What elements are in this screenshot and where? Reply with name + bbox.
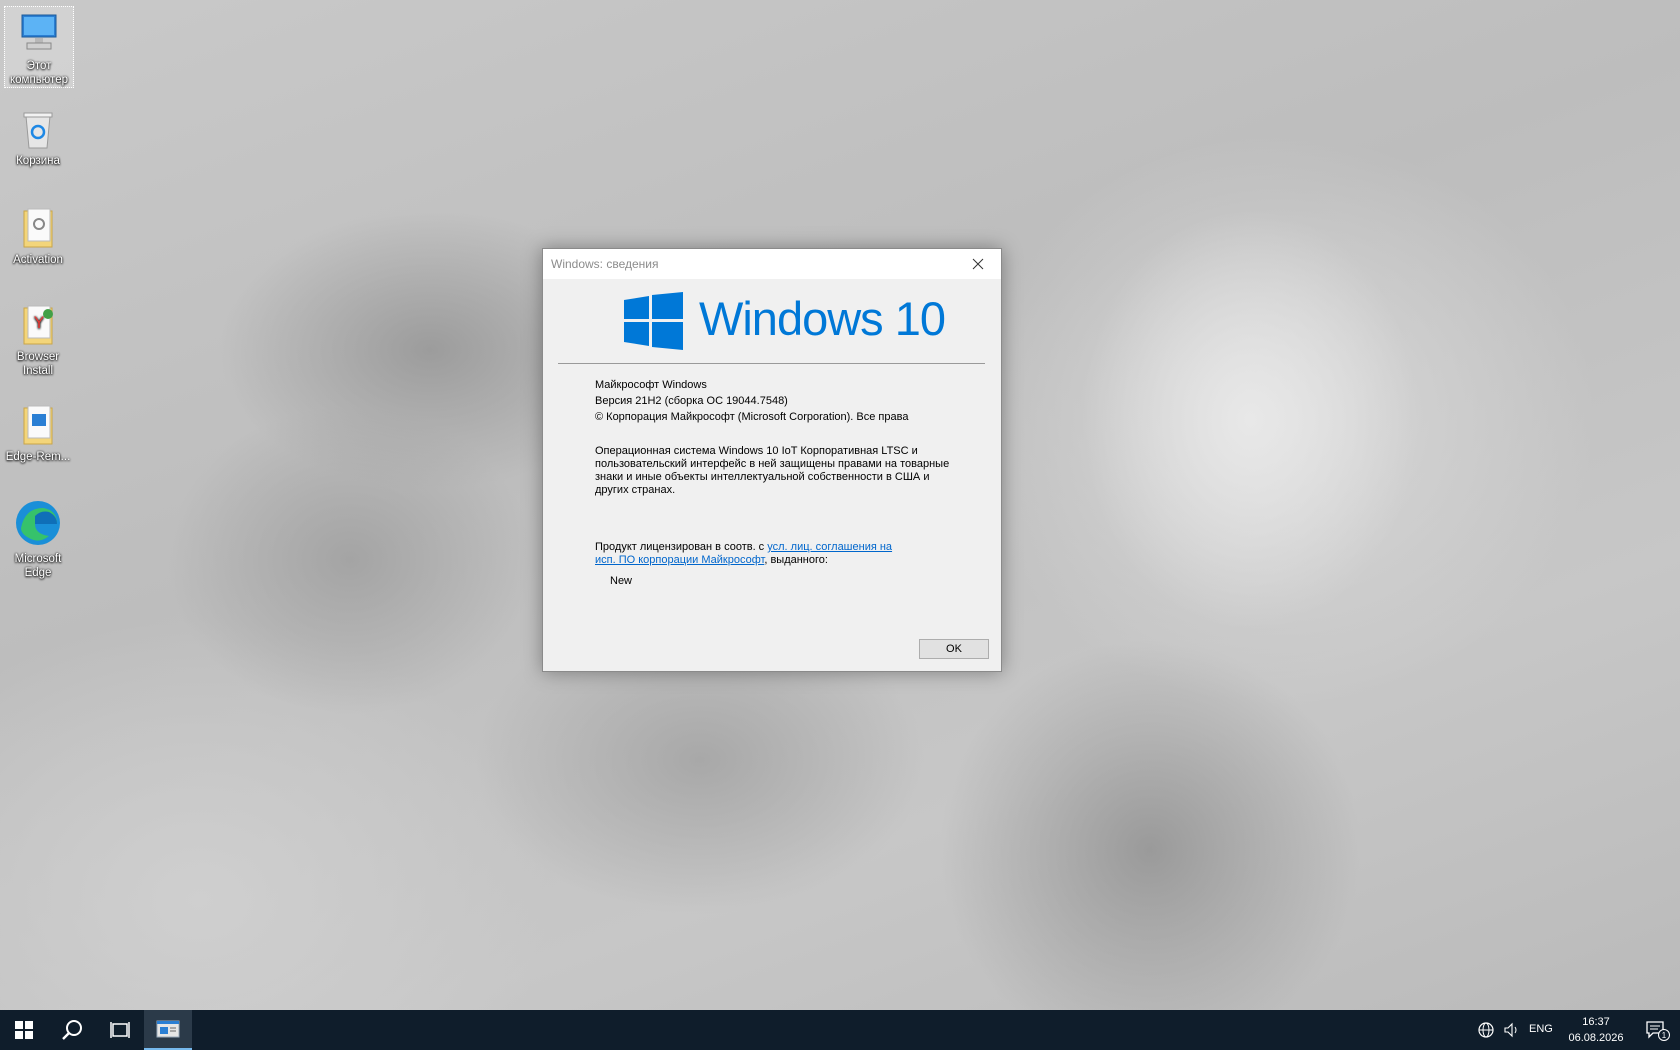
volume-button[interactable] [1500,1010,1524,1050]
network-globe-icon [1478,1022,1494,1038]
desktop-icon-edge-remover[interactable]: Edge-Rem... [4,400,72,464]
desktop-icon-label: Корзина [16,155,60,167]
input-language[interactable]: ENG [1529,1023,1553,1035]
licensee-name: New [610,575,633,587]
license-text: Продукт лицензирован в соотв. с усл. лиц… [595,541,905,567]
windows-logo-banner: Windows 10 [543,279,1001,350]
ok-button[interactable]: OK [919,639,989,659]
about-windows-dialog: Windows: сведения Windows 10 Майкрософт … [542,248,1002,672]
dialog-title: Windows: сведения [551,257,659,271]
svg-text:Y: Y [33,313,44,332]
close-icon [972,258,984,270]
desktop-icon-activation[interactable]: Activation [4,203,72,267]
desktop-icon-this-pc[interactable]: Этот компьютер [4,6,74,88]
product-name: Майкрософт Windows [595,379,707,391]
task-view-button[interactable] [96,1010,144,1050]
start-button[interactable] [0,1010,48,1050]
desktop-icon-label: Microsoft Edge [14,553,62,579]
clock-date: 06.08.2026 [1568,1032,1624,1044]
desktop-icon-microsoft-edge[interactable]: Microsoft Edge [4,494,72,580]
task-view-icon [110,1022,130,1038]
recycle-bin-icon [23,112,53,149]
notification-icon: 1 [1646,1021,1670,1041]
folder-icon: Y [23,305,53,345]
desktop-icon-label: Browser Install [16,351,60,377]
edge-icon [16,501,60,545]
windows-logo-text: Windows 10 [699,292,946,345]
taskbar: ENG 16:37 06.08.2026 1 [0,1010,1680,1050]
version-text: Версия 21H2 (сборка ОС 19044.7548) [595,395,788,407]
desktop-icon-label: Этот компьютер [10,60,68,86]
close-button[interactable] [955,249,1001,279]
search-button[interactable] [48,1010,96,1050]
about-window-icon [156,1020,180,1038]
desktop-icon-browser-install[interactable]: Y Browser Install [4,300,72,378]
dialog-titlebar[interactable]: Windows: сведения [543,249,1001,279]
copyright-text: © Корпорация Майкрософт (Microsoft Corpo… [595,411,909,423]
clock-time: 16:37 [1582,1016,1610,1028]
folder-icon [23,208,53,248]
network-button[interactable] [1474,1010,1498,1050]
notification-count: 1 [1662,1031,1667,1040]
windows-logo-icon [624,292,683,350]
speaker-icon [1504,1022,1517,1038]
search-icon [62,1020,82,1040]
taskbar-app-winver[interactable] [144,1010,192,1050]
desktop-icon-label: Edge-Rem... [5,451,71,463]
this-pc-icon [21,14,57,50]
license-suffix: , выданного: [764,554,828,566]
folder-icon [23,405,53,445]
clock[interactable]: 16:37 06.08.2026 [1560,1014,1632,1046]
description-text: Операционная система Windows 10 IoT Корп… [595,445,950,496]
license-prefix: Продукт лицензирован в соотв. с [595,541,768,553]
divider [558,363,985,364]
windows-start-icon [15,1021,33,1039]
desktop-icon-label: Activation [13,254,63,266]
action-center-button[interactable]: 1 [1636,1010,1680,1050]
desktop-icon-recycle-bin[interactable]: Корзина [4,104,72,168]
